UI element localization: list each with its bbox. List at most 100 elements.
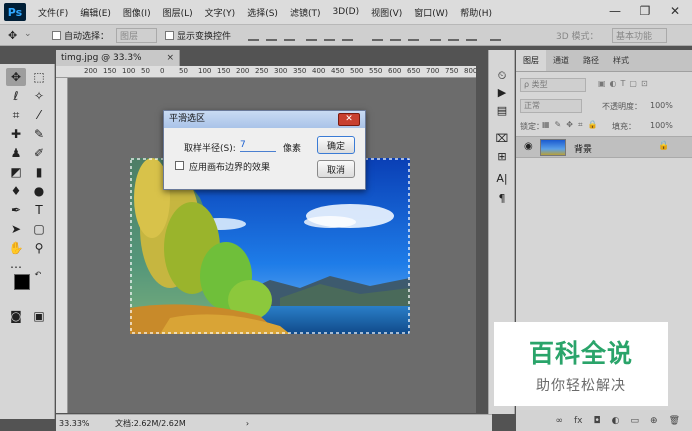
close-window-button[interactable]: ✕: [660, 0, 690, 22]
auto-select-checkbox[interactable]: 自动选择：: [52, 29, 109, 42]
menu-file[interactable]: 文件(F): [32, 6, 74, 19]
lasso-tool-icon[interactable]: ℓ: [6, 87, 26, 105]
opacity-value[interactable]: 100%: [650, 101, 673, 117]
brush-tool-icon[interactable]: ✎: [29, 125, 49, 143]
align-right-icon[interactable]: [342, 30, 353, 41]
chevron-down-icon[interactable]: ⌄: [24, 29, 32, 39]
ruler-tick-label: 350: [293, 67, 307, 75]
pen-tool-icon[interactable]: ✒: [6, 201, 26, 219]
ruler-tick-label: 150: [103, 67, 117, 75]
menu-help[interactable]: 帮助(H): [454, 6, 498, 19]
menu-type[interactable]: 文字(Y): [199, 6, 242, 19]
brush-panel-icon[interactable]: ⌧: [494, 130, 510, 146]
apply-edge-checkbox[interactable]: [175, 161, 184, 170]
menu-layer[interactable]: 图层(L): [157, 6, 199, 19]
menu-filter[interactable]: 滤镜(T): [284, 6, 327, 19]
distribute-left-icon[interactable]: [430, 30, 441, 41]
dodge-tool-icon[interactable]: ●: [29, 182, 49, 200]
marquee-tool-icon[interactable]: ⬚: [29, 68, 49, 86]
restore-button[interactable]: ❐: [630, 0, 660, 22]
layer-name[interactable]: 背景: [574, 142, 592, 155]
status-menu-arrow-icon[interactable]: ›: [246, 419, 249, 428]
distribute-top-icon[interactable]: [372, 30, 383, 41]
rectangle-tool-icon[interactable]: ▢: [29, 220, 49, 238]
hand-tool-icon[interactable]: ✋: [6, 239, 26, 257]
adjustment-layer-icon[interactable]: ◐: [612, 416, 620, 426]
zoom-level[interactable]: 33.33%: [59, 419, 99, 428]
link-layers-icon[interactable]: ∞: [556, 416, 564, 426]
layer-kind-filter[interactable]: ρ 类型: [520, 78, 586, 92]
align-top-icon[interactable]: [248, 30, 259, 41]
paragraph-panel-icon[interactable]: ¶: [494, 190, 510, 206]
eraser-tool-icon[interactable]: ◩: [6, 163, 26, 181]
ruler-tick-label: 100: [122, 67, 136, 75]
healing-brush-tool-icon[interactable]: ✚: [6, 125, 26, 143]
quick-mask-icon[interactable]: ◙: [6, 307, 26, 325]
eyedropper-tool-icon[interactable]: ⁄: [29, 106, 49, 124]
new-layer-icon[interactable]: ⊕: [650, 416, 658, 426]
tab-channels[interactable]: 通道: [546, 50, 576, 71]
history-brush-tool-icon[interactable]: ✐: [29, 144, 49, 162]
screen-mode-icon[interactable]: ▣: [29, 307, 49, 325]
dialog-close-button[interactable]: ✕: [338, 113, 360, 126]
lock-icons[interactable]: ▦✎✥⌗🔒: [542, 120, 602, 136]
dialog-title: 平滑选区: [169, 114, 206, 124]
blend-mode-dropdown[interactable]: 正常: [520, 99, 582, 113]
adjustments-panel-icon[interactable]: ▤: [494, 102, 510, 118]
menu-select[interactable]: 选择(S): [241, 6, 284, 19]
ok-button[interactable]: 确定: [317, 136, 355, 154]
move-tool-icon[interactable]: ✥: [6, 68, 26, 86]
fill-value[interactable]: 100%: [650, 121, 673, 137]
align-bottom-icon[interactable]: [284, 30, 295, 41]
actions-panel-icon[interactable]: ▶: [494, 84, 510, 100]
clone-source-icon[interactable]: ⊞: [494, 148, 510, 164]
group-icon[interactable]: ▭: [631, 416, 640, 426]
align-left-icon[interactable]: [306, 30, 317, 41]
menu-image[interactable]: 图像(I): [117, 6, 157, 19]
clone-stamp-tool-icon[interactable]: ♟: [6, 144, 26, 162]
eye-icon[interactable]: ◉: [524, 141, 533, 152]
show-transform-checkbox[interactable]: 显示变换控件: [165, 29, 231, 42]
history-panel-icon[interactable]: ⏲: [494, 68, 510, 84]
path-selection-tool-icon[interactable]: ➤: [6, 220, 26, 238]
ruler-tick-label: 250: [255, 67, 269, 75]
character-panel-icon[interactable]: A|: [494, 170, 510, 186]
foreground-color-swatch[interactable]: [14, 274, 30, 290]
menu-window[interactable]: 窗口(W): [408, 6, 454, 19]
layer-style-icon[interactable]: fx: [574, 416, 583, 426]
opacity-label: 不透明度：: [602, 102, 642, 111]
zoom-tool-icon[interactable]: ⚲: [29, 239, 49, 257]
layer-row-background[interactable]: ◉ 背景 🔒: [516, 136, 692, 158]
close-tab-icon[interactable]: ×: [166, 50, 174, 66]
cancel-button[interactable]: 取消: [317, 160, 355, 178]
crop-tool-icon[interactable]: ⌗: [6, 106, 26, 124]
tab-styles[interactable]: 样式: [606, 50, 636, 71]
menu-edit[interactable]: 编辑(E): [74, 6, 117, 19]
dialog-title-bar[interactable]: 平滑选区 ✕: [164, 111, 365, 128]
distribute-right-icon[interactable]: [466, 30, 477, 41]
layer-mask-icon[interactable]: ◘: [594, 416, 601, 426]
magic-wand-tool-icon[interactable]: ✧: [29, 87, 49, 105]
menu-view[interactable]: 视图(V): [365, 6, 408, 19]
move-tool-icon[interactable]: ✥: [8, 29, 17, 42]
gradient-tool-icon[interactable]: ▮: [29, 163, 49, 181]
distribute-vcenter-icon[interactable]: [390, 30, 401, 41]
swap-colors-icon[interactable]: ↶: [32, 268, 44, 280]
auto-select-dropdown[interactable]: 图层: [116, 28, 158, 43]
distribute-hcenter-icon[interactable]: [448, 30, 459, 41]
tab-paths[interactable]: 路径: [576, 50, 606, 71]
menu-3d[interactable]: 3D(D): [326, 7, 365, 17]
delete-layer-icon[interactable]: 🗑: [669, 416, 680, 426]
tab-layers[interactable]: 图层: [516, 50, 546, 71]
document-tab[interactable]: timg.jpg @ 33.3%(RGB/8#) ×: [56, 50, 180, 79]
blur-tool-icon[interactable]: ♦: [6, 182, 26, 200]
auto-align-icon[interactable]: [490, 30, 501, 41]
align-vcenter-icon[interactable]: [266, 30, 277, 41]
sample-radius-input[interactable]: [240, 139, 276, 152]
align-hcenter-icon[interactable]: [324, 30, 335, 41]
minimize-button[interactable]: —: [600, 0, 630, 22]
workspace-dropdown[interactable]: 基本功能: [612, 28, 668, 43]
type-tool-icon[interactable]: T: [29, 201, 49, 219]
filter-icons[interactable]: ▣◐T▢⊡: [598, 79, 692, 95]
distribute-bottom-icon[interactable]: [408, 30, 419, 41]
